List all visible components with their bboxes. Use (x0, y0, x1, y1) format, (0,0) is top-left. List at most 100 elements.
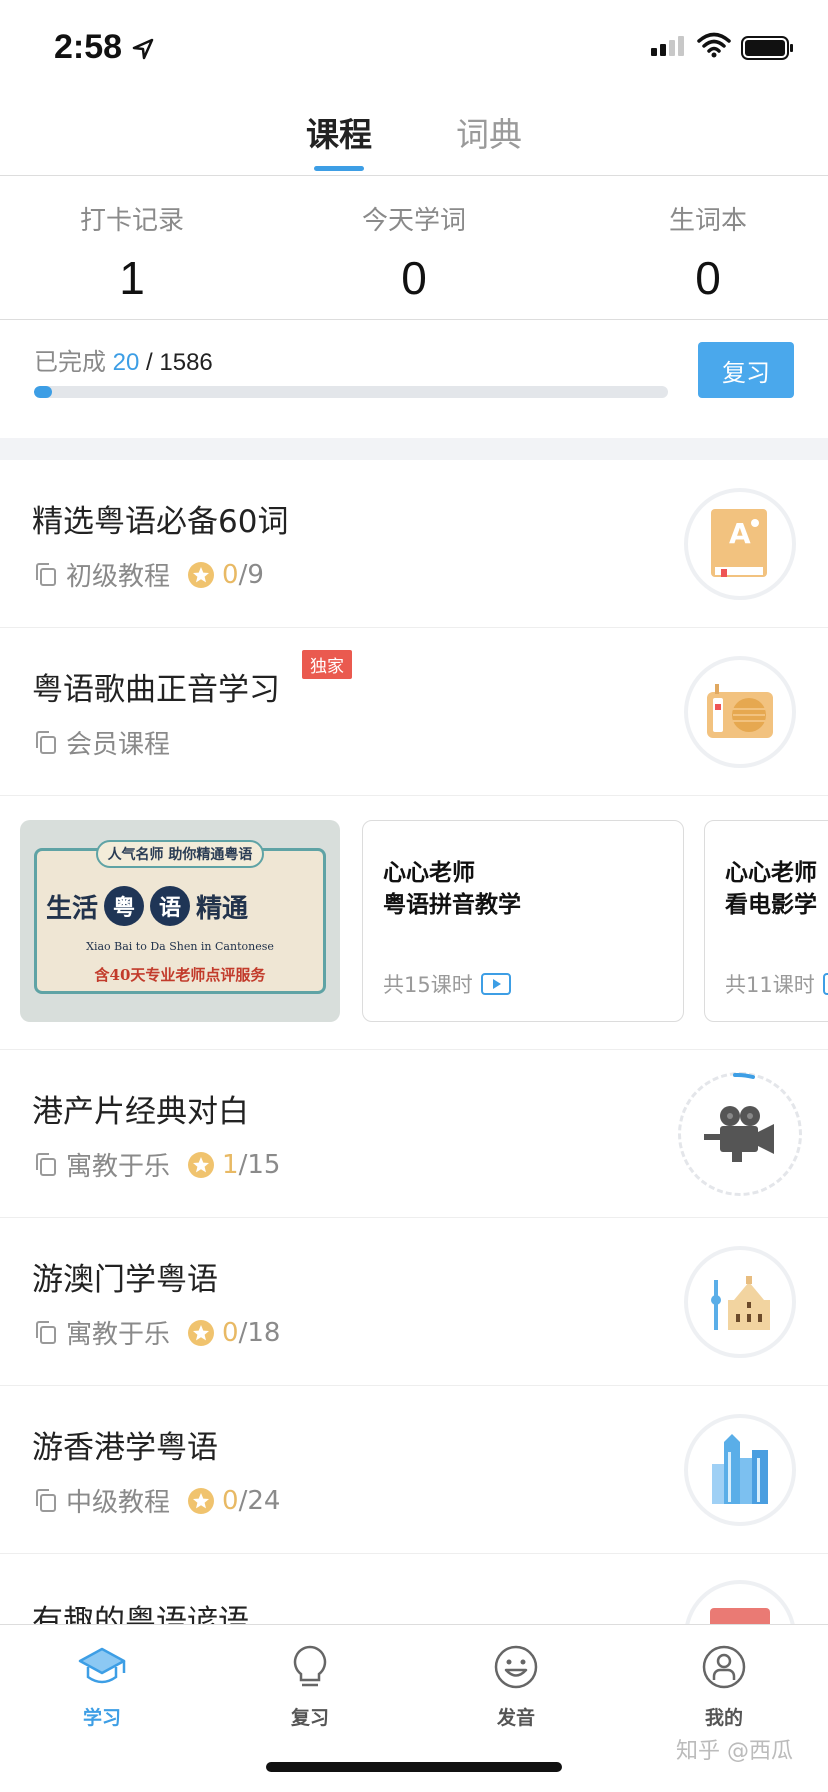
course-done: 0 (222, 559, 239, 590)
course-meta: 寓教于乐 1/15 (34, 1146, 280, 1183)
promo-service: 含40天专业老师点评服务 (94, 966, 266, 984)
tab-course[interactable]: 课程 (306, 108, 372, 156)
course-category: 会员课程 (66, 730, 171, 760)
tab-dictionary[interactable]: 词典 (456, 108, 522, 156)
lesson-title: 心心老师 粤语拼音教学 (383, 860, 521, 918)
lesson-title: 心心老师 看电影学 (725, 860, 817, 918)
course-item[interactable]: 粤语歌曲正音学习 独家 会员课程 (0, 628, 828, 796)
active-tab-indicator (314, 166, 364, 171)
watermark: 知乎 @西瓜 (676, 1739, 793, 1764)
user-icon (702, 1645, 746, 1689)
course-meta: 初级教程 0/9 (34, 556, 264, 593)
stat-label: 打卡记录 (79, 206, 184, 236)
stat-value: 1 (119, 252, 145, 304)
lesson-count-text: 共15课时 (383, 973, 473, 997)
lesson-count-text: 共11课时 (725, 973, 815, 997)
progress-total: 1586 (159, 349, 213, 376)
promo-banner-card[interactable]: 人气名师 助你精通粤语 生活 粤 语 精通 Xiao Bai to Da She… (20, 820, 340, 1022)
lesson-count: 共11课时 (725, 969, 828, 999)
progress-separator: / (139, 349, 160, 376)
copy-icon (36, 562, 56, 586)
course-category: 寓教于乐 (66, 1320, 171, 1350)
promo-english: Xiao Bai to Da Shen in Cantonese (86, 940, 274, 953)
radio-icon (684, 656, 796, 768)
stat-value: 0 (401, 252, 427, 304)
progress-bar-fill (34, 386, 52, 398)
featured-courses-carousel[interactable]: 人气名师 助你精通粤语 生活 粤 语 精通 Xiao Bai to Da She… (0, 796, 828, 1050)
star-icon (188, 561, 215, 588)
svg-text:A: A (729, 517, 751, 550)
course-total: /15 (238, 1149, 281, 1180)
nav-profile[interactable]: 我的 (664, 1643, 784, 1730)
promo-circle-1: 粤 (104, 886, 145, 926)
course-item[interactable]: 游澳门学粤语 寓教于乐 0/18 (0, 1218, 828, 1386)
course-meta: 会员课程 (34, 724, 170, 761)
movie-camera-icon (678, 1072, 802, 1196)
nav-label: 复习 (290, 1707, 329, 1729)
home-indicator[interactable] (266, 1762, 562, 1772)
star-icon (188, 1319, 215, 1346)
lightbulb-icon (293, 1645, 327, 1687)
nav-pronunciation[interactable]: 发音 (456, 1643, 576, 1730)
macau-ruins-icon (684, 1246, 796, 1358)
progress-bar (34, 386, 668, 398)
course-title: 港产片经典对白 (32, 1094, 249, 1130)
promo-circle-2: 语 (150, 886, 191, 926)
top-tab-bar: 课程 词典 (0, 100, 828, 176)
nav-label: 学习 (82, 1707, 121, 1729)
video-play-icon (480, 973, 511, 995)
stat-today-words[interactable]: 今天学词 0 (314, 200, 514, 305)
promo-right-text: 精通 (196, 893, 249, 924)
course-done: 0 (222, 1317, 239, 1348)
copy-icon (36, 1488, 56, 1512)
promo-left-text: 生活 (46, 893, 99, 924)
video-play-icon (822, 973, 828, 995)
course-item[interactable]: 港产片经典对白 寓教于乐 1/15 (0, 1050, 828, 1218)
course-category: 中级教程 (66, 1488, 171, 1518)
battery-icon (741, 36, 793, 60)
stat-checkin[interactable]: 打卡记录 1 (32, 200, 232, 305)
progress-done: 20 (112, 349, 140, 376)
promo-title: 生活 粤 语 精通 (46, 886, 322, 926)
lesson-card[interactable]: 心心老师 粤语拼音教学 共15课时 (362, 820, 684, 1022)
lesson-count: 共15课时 (383, 969, 511, 999)
status-bar: 2:58 (0, 0, 828, 100)
progress-prefix: 已完成 (34, 349, 106, 376)
cellular-signal-icon (651, 36, 684, 56)
nav-review[interactable]: 复习 (250, 1643, 370, 1730)
course-total: /18 (238, 1317, 281, 1348)
location-arrow-icon (132, 38, 154, 60)
promo-ribbon: 人气名师 助你精通粤语 (96, 840, 264, 868)
course-meta: 中级教程 0/24 (34, 1482, 280, 1519)
status-time: 2:58 (54, 28, 123, 66)
progress-section: 已完成 20 / 1586 复习 (0, 320, 828, 438)
course-done: 1 (222, 1149, 239, 1180)
course-done: 0 (222, 1485, 239, 1516)
stat-vocab-book[interactable]: 生词本 0 (608, 200, 808, 305)
wifi-icon (697, 32, 731, 58)
nav-study[interactable]: 学习 (42, 1643, 162, 1730)
progress-text: 已完成 20 / 1586 (34, 342, 213, 377)
book-icon: A (684, 488, 796, 600)
review-button[interactable]: 复习 (698, 342, 794, 398)
course-category: 初级教程 (66, 562, 171, 592)
course-title: 粤语歌曲正音学习 (32, 672, 280, 708)
exclusive-badge: 独家 (302, 650, 352, 679)
nav-label: 我的 (704, 1707, 743, 1729)
course-item[interactable]: 有趣的粤语谚语 (0, 1576, 828, 1624)
graduation-cap-icon (78, 1647, 126, 1684)
stat-value: 0 (695, 252, 721, 304)
course-title: 游澳门学粤语 (32, 1262, 218, 1298)
section-divider (0, 438, 828, 460)
copy-icon (36, 730, 56, 754)
lesson-card[interactable]: 心心老师 看电影学 共11课时 (704, 820, 828, 1022)
star-icon (188, 1487, 215, 1514)
course-category: 寓教于乐 (66, 1152, 171, 1182)
course-total: /24 (238, 1485, 281, 1516)
star-icon (188, 1151, 215, 1178)
course-item[interactable]: 游香港学粤语 中级教程 0/24 (0, 1386, 828, 1554)
stat-label: 生词本 (668, 206, 747, 236)
course-item[interactable]: 精选粤语必备60词 初级教程 0/9 A (0, 460, 828, 628)
copy-icon (36, 1320, 56, 1344)
course-meta: 寓教于乐 0/18 (34, 1314, 280, 1351)
